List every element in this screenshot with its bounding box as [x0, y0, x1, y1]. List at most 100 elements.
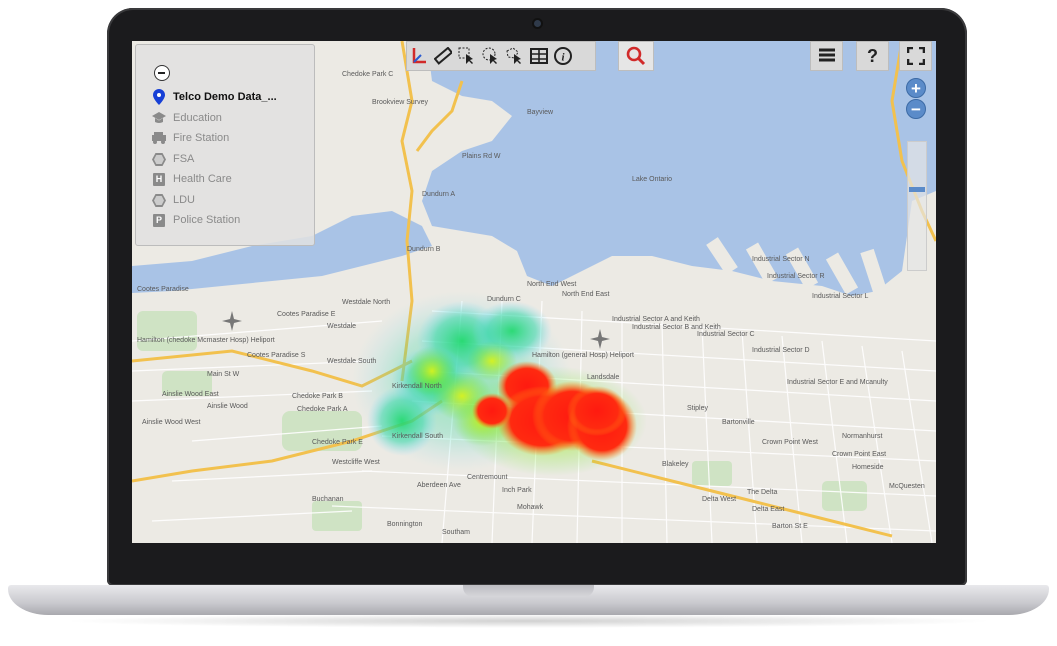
map-label: Chedoke Park E [312, 439, 363, 446]
map-label: Landsdale [587, 374, 620, 381]
map-label: Crown Point East [832, 451, 887, 458]
search-icon [626, 46, 646, 66]
map-label: Lake Ontario [632, 176, 673, 183]
fire-truck-icon [152, 131, 166, 145]
map-label: Kirkendall South [392, 433, 443, 440]
map-pin-icon [152, 89, 166, 105]
map-toolbar: i [406, 41, 596, 71]
map-label: Bonnington [387, 521, 423, 528]
zoom-out-label: − [911, 100, 921, 119]
hexagon-icon [152, 193, 166, 207]
svg-text:i: i [561, 52, 565, 64]
map-screen[interactable]: Chedoke Park C Brookview Survey Bayview … [132, 41, 936, 543]
map-label: Normanhurst [842, 433, 883, 440]
map-label: Brookview Survey [372, 99, 429, 106]
legend-item-telco-demo-data[interactable]: Telco Demo Data_... [152, 88, 277, 106]
layers-button[interactable] [810, 41, 843, 71]
hospital-h-icon: H [152, 172, 166, 186]
layer-legend-panel: Telco Demo Data_... Education Fire Stati… [135, 44, 315, 246]
map-label: Bartonville [722, 419, 755, 426]
police-badge-icon: P [152, 213, 166, 227]
zoom-slider-track[interactable] [907, 141, 927, 271]
laptop-notch [463, 585, 594, 597]
ruler-icon[interactable] [431, 43, 455, 69]
zoom-slider-handle[interactable] [909, 187, 925, 192]
map-label: McQuesten [889, 483, 925, 490]
legend-item-label: LDU [173, 194, 196, 206]
map-label: Westdale North [342, 299, 391, 306]
map-label: Dundurn B [407, 246, 441, 253]
legend-item-health-care[interactable]: H Health Care [152, 170, 232, 188]
zoom-in-label: + [911, 79, 921, 98]
radius-select-icon[interactable] [479, 43, 503, 69]
fullscreen-button[interactable] [899, 41, 932, 71]
map-label: The Delta [747, 489, 778, 496]
map-label: Industrial Sector R [767, 273, 825, 280]
legend-item-label: Health Care [173, 173, 232, 185]
graduation-cap-icon [152, 111, 166, 125]
collapse-legend-icon[interactable] [154, 65, 170, 81]
legend-item-ldu[interactable]: LDU [152, 191, 195, 209]
map-label: Industrial Sector D [752, 347, 810, 354]
table-icon[interactable] [527, 43, 551, 69]
help-button[interactable]: ? [856, 41, 889, 71]
map-label: Industrial Sector E and Mcanulty [787, 379, 888, 386]
map-label: Plains Rd W [462, 153, 501, 160]
legend-item-education[interactable]: Education [152, 109, 222, 127]
legend-item-police-station[interactable]: P Police Station [152, 211, 240, 229]
legend-item-fire-station[interactable]: Fire Station [152, 129, 229, 147]
map-label: Cootes Paradise [137, 286, 189, 293]
map-label: Hamilton (general Hosp) Heliport [532, 352, 634, 359]
zoom-in-button[interactable]: + [906, 78, 926, 98]
search-button[interactable] [618, 41, 654, 71]
map-label: Main St W [207, 371, 240, 378]
map-label: Chedoke Park A [297, 406, 348, 413]
map-label: Industrial Sector L [812, 293, 869, 300]
map-label: Ainslie Wood East [162, 391, 219, 398]
map-label: Stipley [687, 405, 709, 412]
legend-item-label: Police Station [173, 214, 241, 226]
laptop-shadow [60, 614, 997, 628]
map-label: Dundurn A [422, 191, 456, 198]
map-label: Industrial Sector N [752, 256, 810, 263]
map-label: Inch Park [502, 487, 532, 494]
map-label: Homeside [852, 464, 884, 471]
help-label: ? [867, 45, 878, 66]
layers-icon [818, 48, 835, 62]
fullscreen-icon [906, 47, 925, 65]
map-label: Industrial Sector B and Keith [632, 324, 721, 331]
map-label: Barton St E [772, 523, 808, 530]
map-label: Hamilton (chedoke Mcmaster Hosp) Helipor… [137, 337, 275, 344]
map-label: Cootes Paradise E [277, 311, 336, 318]
map-label: North End West [527, 281, 577, 288]
legend-item-label: FSA [173, 153, 195, 165]
map-label: Industrial Sector C [697, 331, 755, 338]
hexagon-icon [152, 152, 166, 166]
legend-item-label: Education [173, 112, 222, 124]
polygon-select-icon[interactable] [503, 43, 527, 69]
select-pointer-icon[interactable] [455, 43, 479, 69]
zoom-out-button[interactable]: − [906, 99, 926, 119]
map-label: Ainslie Wood West [142, 419, 201, 426]
map-label: Centremount [467, 474, 508, 481]
map-label: Delta East [752, 506, 785, 513]
legend-item-fsa[interactable]: FSA [152, 150, 194, 168]
map-label: Westcliffe West [332, 459, 380, 466]
map-label: Blakeley [662, 461, 689, 468]
axis-icon[interactable] [407, 43, 431, 69]
camera [534, 20, 541, 27]
map-label: Chedoke Park B [292, 393, 343, 400]
legend-item-label: Telco Demo Data_... [173, 91, 277, 103]
map-label: Aberdeen Ave [417, 482, 461, 489]
map-label: Buchanan [312, 496, 344, 503]
map-label: Westdale [327, 323, 357, 330]
map-label: Crown Point West [762, 439, 818, 446]
map-label: North End East [562, 291, 610, 298]
map-label: Westdale South [327, 358, 377, 365]
info-icon[interactable]: i [551, 43, 575, 69]
map-label: Delta West [702, 496, 737, 503]
map-label: Kirkendall North [392, 383, 442, 390]
map-label: Bayview [527, 109, 554, 116]
map-label: Mohawk [517, 504, 544, 511]
map-label: Cootes Paradise S [247, 352, 306, 359]
